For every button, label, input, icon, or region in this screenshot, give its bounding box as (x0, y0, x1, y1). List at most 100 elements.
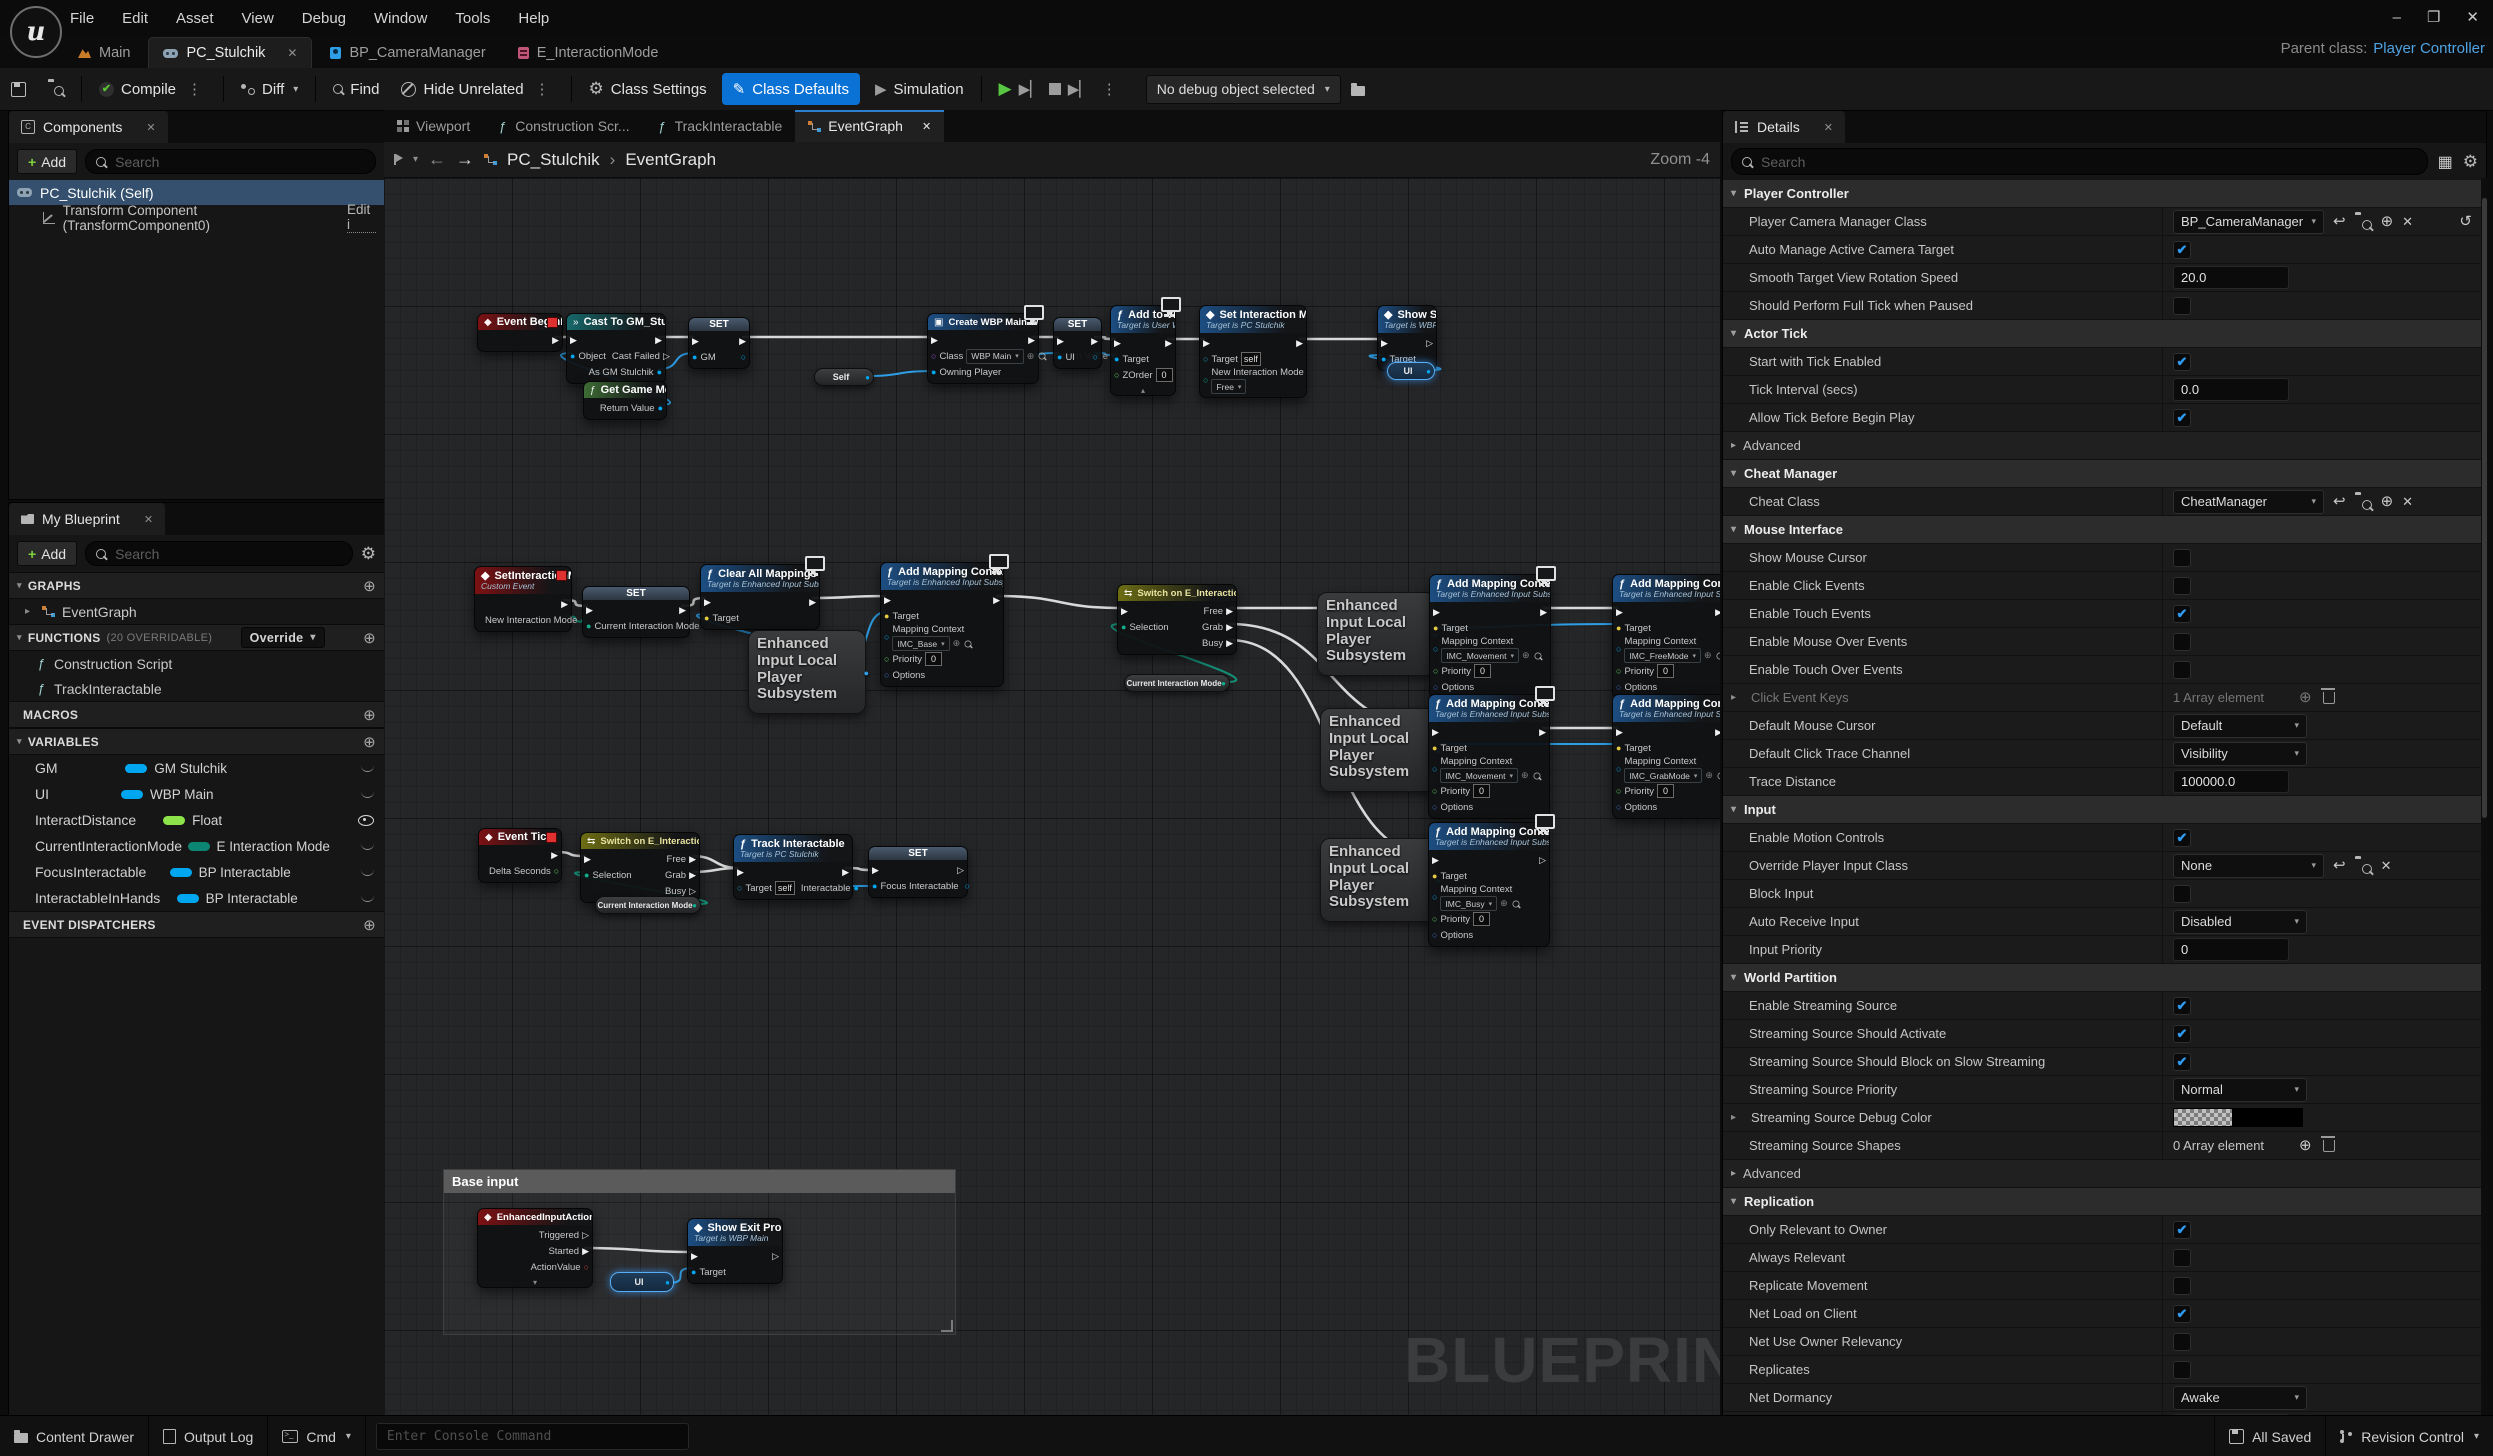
pin-mapping-context[interactable]: ○Mapping ContextIMC_GrabMode▾⊕ (1616, 756, 1720, 783)
pin-exec[interactable]: ▶ (1540, 608, 1547, 617)
expander-icon[interactable]: ▸ (25, 606, 35, 617)
menu-asset[interactable]: Asset (176, 10, 214, 27)
pin-value-box[interactable]: self (775, 881, 795, 895)
pin-exec[interactable]: ▶ (872, 866, 879, 875)
override-dropdown[interactable]: Override▾ (241, 627, 325, 648)
node-set-interaction-mode-call[interactable]: ◆Set Interaction ModeTarget is PC Stulch… (1199, 305, 1307, 398)
tab-my-blueprint[interactable]: My Blueprint ✕ (9, 503, 165, 535)
component-row-transform[interactable]: Transform Component (TransformComponent0… (9, 205, 384, 230)
menu-file[interactable]: File (70, 10, 94, 27)
node-header[interactable]: ƒAdd Mapping ContextTarget is Enhanced I… (881, 563, 1003, 590)
node-header[interactable]: ƒAdd Mapping ContextTarget is Enhanced I… (1429, 823, 1549, 850)
pin-target[interactable]: ●Target (691, 1267, 726, 1278)
details-category-cheat-manager[interactable]: ▾Cheat Manager (1723, 460, 2486, 488)
checkbox[interactable]: ✔ (2173, 353, 2191, 371)
pin-exec[interactable]: ▶ (1296, 339, 1303, 348)
pin-target[interactable]: ●Target (1114, 354, 1149, 365)
pin-owning-player[interactable]: ●Owning Player (931, 367, 1001, 378)
class-dropdown[interactable]: BP_CameraManager▾ (2173, 210, 2324, 234)
pin-busy[interactable]: Busy▶ (1202, 638, 1233, 649)
section-header-event-dispatchers[interactable]: EVENT DISPATCHERS⊕ (9, 911, 384, 938)
node-switch-interaction-2[interactable]: ⇆Switch on E_InteractionMode▶Free▶●Selec… (580, 832, 700, 903)
menu-debug[interactable]: Debug (302, 10, 346, 27)
pin-value-box[interactable]: 0 (1473, 784, 1490, 798)
edit-in-cpp-link[interactable]: Edit i (347, 202, 376, 233)
pin-exec[interactable]: ▶ (1121, 607, 1128, 616)
minimize-button[interactable]: – (2393, 9, 2401, 26)
pin-mapping-context[interactable]: ○Mapping ContextIMC_Busy▾⊕ (1432, 884, 1521, 911)
capsule-ui-capsule-top[interactable]: UI● (1387, 362, 1435, 380)
node-header[interactable]: ƒAdd Mapping ContextTarget is Enhanced I… (1613, 575, 1720, 602)
pin-exec[interactable]: ▶ (691, 1252, 698, 1261)
kebab-menu-icon[interactable]: ⋮ (1098, 80, 1121, 98)
checkbox[interactable] (2173, 1249, 2191, 1267)
my-blueprint-search-input[interactable] (113, 545, 342, 563)
pin-exec[interactable]: ▶ (692, 337, 699, 346)
lens-icon[interactable] (1039, 353, 1046, 360)
node-header[interactable]: ƒTrack InteractableTarget is PC Stulchik (734, 835, 852, 862)
add-icon[interactable]: ⊕ (2381, 494, 2394, 509)
compile-button[interactable]: ✔Compile⋮ (88, 68, 217, 110)
node-header[interactable]: SET (869, 847, 967, 860)
color-swatch[interactable] (2173, 1108, 2303, 1127)
pin-target[interactable]: ○Targetself (737, 881, 795, 895)
kebab-menu-icon[interactable]: ⋮ (183, 80, 206, 98)
debug-browse-icon[interactable] (1351, 86, 1365, 96)
pin-options[interactable]: ○Options (1616, 802, 1657, 813)
pin-gm[interactable]: ●GM (692, 352, 716, 363)
pin-target[interactable]: ●Target (884, 611, 919, 622)
clear-icon[interactable]: ✕ (2402, 495, 2413, 508)
checkbox[interactable]: ✔ (2173, 1221, 2191, 1239)
pin-exec[interactable]: ▶ (552, 336, 559, 345)
pin-exec[interactable]: ▶ (551, 851, 558, 860)
add-blueprint-item-button[interactable]: +Add (17, 541, 77, 566)
section-header-macros[interactable]: MACROS⊕ (9, 701, 384, 728)
settings-gear-icon[interactable]: ⚙ (2463, 152, 2478, 172)
asset-tab-main[interactable]: Main (64, 37, 144, 68)
checkbox[interactable] (2173, 633, 2191, 651)
pin-current-interaction-mode[interactable]: ●Current Interaction Mode (586, 621, 700, 632)
checkbox[interactable] (2173, 1333, 2191, 1351)
node-set-gm[interactable]: SET▶▶●GM○ (688, 317, 750, 369)
details-row-advanced[interactable]: ▸Advanced (1723, 1160, 2486, 1188)
pin-return-value[interactable]: Return Value● (600, 403, 663, 414)
clear-icon[interactable]: ✕ (2402, 215, 2413, 228)
pin-exec[interactable]: ▶ (570, 336, 577, 345)
pin-exec[interactable]: ▶ (1715, 728, 1720, 737)
checkbox[interactable]: ✔ (2173, 1025, 2191, 1043)
display-filter-icon[interactable]: ▦ (2438, 152, 2453, 172)
pin-options[interactable]: ○Options (1432, 802, 1473, 813)
pin-value-box[interactable]: 0 (1473, 912, 1490, 926)
expand-icon[interactable]: ▸ (1731, 1112, 1736, 1123)
browse-icon[interactable] (2355, 495, 2372, 509)
pin-exec[interactable]: ▶ (655, 336, 662, 345)
pin-focus-interactable[interactable]: ●Focus Interactable (872, 881, 959, 892)
value-dropdown[interactable]: Normal▾ (2173, 1078, 2307, 1102)
details-category-replication[interactable]: ▾Replication (1723, 1188, 2486, 1216)
pin-priority[interactable]: ○Priority0 (1616, 664, 1674, 678)
node-subsystem-3[interactable]: Enhanced Input Local Player Subsystem● (1320, 708, 1438, 792)
pin-triggered[interactable]: Triggered▷ (539, 1230, 589, 1241)
pin-dropdown[interactable]: IMC_Movement▾ (1441, 648, 1519, 663)
pin-exec[interactable]: ▷ (1426, 339, 1433, 348)
maximize-button[interactable]: ❐ (2427, 8, 2440, 26)
pin-exec[interactable]: ▷ (772, 1252, 779, 1261)
pin-cast-failed[interactable]: Cast Failed▷ (612, 351, 670, 362)
node-enhanced-input-ia-menu[interactable]: ◆EnhancedInputAction IA_MenuTriggered▷St… (477, 1208, 593, 1288)
node-amc-freemode[interactable]: ƒAdd Mapping ContextTarget is Enhanced I… (1612, 574, 1720, 699)
menu-edit[interactable]: Edit (122, 10, 148, 27)
node-set-interactionmode-event[interactable]: ◆SetInteractionModeCustom Event▶New Inte… (474, 566, 572, 632)
checkbox[interactable]: ✔ (2173, 1305, 2191, 1323)
class-dropdown[interactable]: CheatManager▾ (2173, 490, 2324, 514)
checkbox[interactable] (2173, 661, 2191, 679)
play-button[interactable]: ▶ (999, 79, 1012, 99)
pin-mapping-context[interactable]: ○Mapping ContextIMC_Base▾⊕ (884, 624, 973, 651)
pin-exec[interactable]: ▶ (993, 596, 1000, 605)
section-header-graphs[interactable]: ▾GRAPHS⊕ (9, 572, 384, 599)
node-event-tick[interactable]: ◆Event Tick▶Delta Seconds○ (478, 828, 562, 883)
tab-details[interactable]: Details ✕ (1723, 111, 1845, 143)
pin-exec[interactable]: ○ (965, 882, 970, 891)
class-settings-button[interactable]: ⚙Class Settings (578, 68, 718, 110)
pin-value-box[interactable]: 0 (1657, 784, 1674, 798)
pin-exec[interactable]: ▶ (679, 606, 686, 615)
